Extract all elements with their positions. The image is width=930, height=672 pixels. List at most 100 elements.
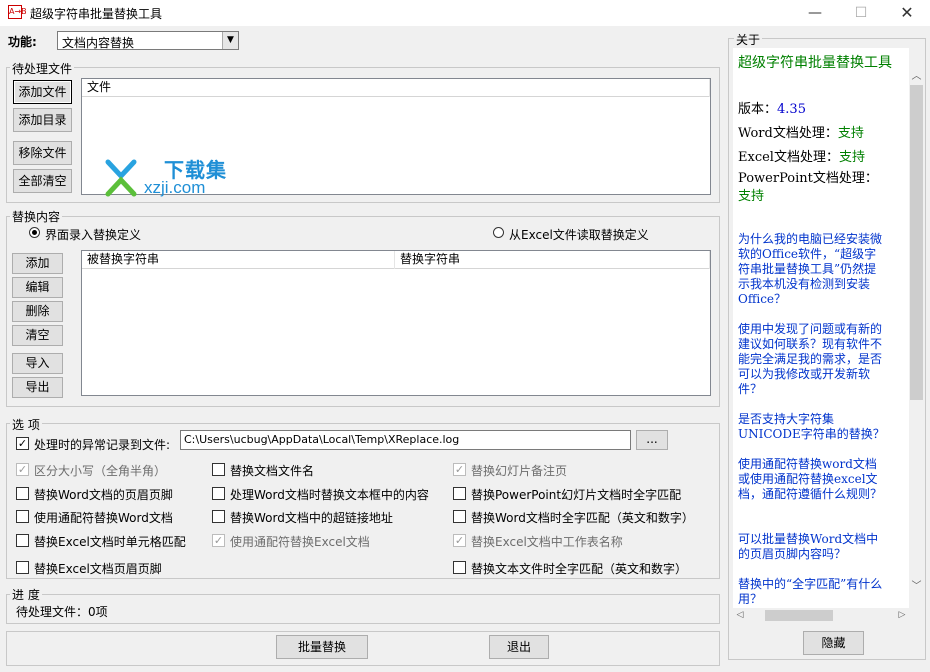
chevron-down-icon[interactable]: ▼ [222, 32, 238, 49]
batch-replace-button[interactable]: 批量替换 [276, 635, 368, 659]
option-label[interactable]: 替换Word文档中的超链接地址 [230, 509, 393, 526]
minimize-button[interactable]: — [792, 0, 838, 26]
clear-rules-button[interactable]: 清空 [12, 325, 63, 346]
faq-link-wildcard[interactable]: 使用通配符替换word文档或使用通配符替换excel文档，通配符遵循什么规则？ [738, 457, 888, 502]
radio-ui-label[interactable]: 界面录入替换定义 [45, 226, 141, 243]
to-column-header[interactable]: 替换字符串 [395, 251, 710, 269]
add-rule-button[interactable]: 添加 [12, 253, 63, 274]
log-path-value: C:\Users\ucbug\AppData\Local\Temp\XRepla… [184, 433, 460, 446]
hide-button[interactable]: 隐藏 [803, 631, 864, 655]
clear-all-button[interactable]: 全部清空 [13, 169, 72, 193]
option-checkbox[interactable] [16, 561, 29, 574]
log-path-field[interactable]: C:\Users\ucbug\AppData\Local\Temp\XRepla… [180, 430, 631, 450]
option-checkbox[interactable] [212, 487, 225, 500]
option-checkbox[interactable] [212, 510, 225, 523]
progress-group [6, 594, 720, 624]
about-vertical-scrollbar[interactable]: ︿ ﹀ [909, 67, 924, 594]
watermark-logo: 下载集 xzji.com [104, 152, 244, 202]
option-checkbox[interactable] [16, 534, 29, 547]
ppt-value: 支持 [738, 189, 765, 204]
options-group-title: 选 项 [10, 416, 42, 433]
file-column-header[interactable]: 文件 [82, 79, 710, 97]
faq-link-whole-word[interactable]: 替换中的“全字匹配”有什么用？ [738, 577, 888, 607]
option-label[interactable]: 替换幻灯片备注页 [471, 462, 567, 479]
remove-file-button[interactable]: 移除文件 [13, 141, 72, 165]
option-label[interactable]: 替换文本文件时全字匹配（英文和数字） [471, 560, 687, 577]
faq-link-header-footer[interactable]: 可以批量替换Word文档中的页眉页脚内容吗？ [738, 532, 888, 562]
radio-excel-input[interactable] [493, 227, 504, 238]
function-select[interactable]: 文档内容替换 ▼ [57, 31, 239, 50]
option-label[interactable]: 使用通配符替换Excel文档 [230, 533, 370, 550]
files-group-title: 待处理文件 [10, 60, 75, 77]
maximize-button[interactable]: ☐ [838, 0, 884, 26]
app-icon: A→B [8, 5, 27, 19]
add-file-button[interactable]: 添加文件 [13, 80, 72, 104]
version-value: 4.35 [777, 102, 806, 117]
progress-group-title: 进 度 [10, 586, 42, 603]
version-label: 版本： [738, 102, 778, 117]
option-checkbox[interactable] [16, 487, 29, 500]
about-ppt: PowerPoint文档处理： 支持 [738, 170, 906, 206]
about-excel: Excel文档处理：支持 [738, 146, 865, 165]
faq-link-contact[interactable]: 使用中发现了问题或有新的建议如何联系？现有软件不能完全满足我的需求，是否可以为我… [738, 322, 888, 397]
scroll-down-icon[interactable]: ﹀ [909, 577, 924, 593]
replace-group-title: 替换内容 [10, 208, 63, 225]
about-word: Word文档处理：支持 [738, 122, 864, 141]
add-directory-button[interactable]: 添加目录 [13, 108, 72, 132]
vertical-scroll-thumb[interactable] [910, 85, 923, 400]
option-checkbox[interactable]: ✓ [453, 534, 466, 547]
option-label[interactable]: 替换Word文档时全字匹配（英文和数字） [471, 509, 694, 526]
faq-link-office[interactable]: 为什么我的电脑已经安装微软的Office软件，“超级字符串批量替换工具”仍然提示… [738, 232, 888, 307]
function-selected-value: 文档内容替换 [62, 36, 135, 50]
about-group-title: 关于 [734, 31, 763, 48]
replace-rule-list[interactable]: 被替换字符串 替换字符串 [81, 250, 711, 396]
window-title: 超级字符串批量替换工具 [30, 7, 163, 21]
option-label[interactable]: 替换Excel文档时单元格匹配 [34, 533, 186, 550]
option-label[interactable]: 使用通配符替换Word文档 [34, 509, 173, 526]
excel-label: Excel文档处理： [738, 150, 839, 165]
scroll-up-icon[interactable]: ︿ [909, 67, 924, 83]
option-checkbox[interactable] [453, 487, 466, 500]
ppt-label: PowerPoint文档处理： [738, 171, 878, 186]
option-label[interactable]: 区分大小写（全角半角） [34, 462, 166, 479]
option-checkbox[interactable]: ✓ [453, 463, 466, 476]
import-button[interactable]: 导入 [12, 353, 63, 374]
option-checkbox[interactable] [453, 510, 466, 523]
browse-button[interactable]: ... [636, 430, 668, 450]
option-label[interactable]: 替换文档文件名 [230, 462, 314, 479]
delete-rule-button[interactable]: 删除 [12, 301, 63, 322]
option-checkbox[interactable]: ✓ [212, 534, 225, 547]
horizontal-scroll-thumb[interactable] [765, 610, 833, 621]
radio-ui-input[interactable] [29, 227, 40, 238]
about-horizontal-scrollbar[interactable]: ◁ ▷ [733, 608, 909, 623]
scroll-left-icon[interactable]: ◁ [733, 608, 747, 623]
export-button[interactable]: 导出 [12, 377, 63, 398]
option-checkbox[interactable] [453, 561, 466, 574]
option-checkbox[interactable]: ✓ [16, 463, 29, 476]
exit-button[interactable]: 退出 [489, 635, 549, 659]
from-column-header[interactable]: 被替换字符串 [82, 251, 395, 269]
option-checkbox[interactable] [212, 463, 225, 476]
radio-excel-label[interactable]: 从Excel文件读取替换定义 [509, 226, 649, 243]
progress-status: 待处理文件：0项 [16, 605, 108, 619]
option-label[interactable]: 处理Word文档时替换文本框中的内容 [230, 486, 429, 503]
watermark-domain: xzji.com [144, 178, 206, 197]
replace-list-header: 被替换字符串 替换字符串 [82, 251, 710, 269]
word-value: 支持 [837, 126, 864, 141]
edit-rule-button[interactable]: 编辑 [12, 277, 63, 298]
close-button[interactable]: ✕ [884, 0, 930, 26]
scroll-right-icon[interactable]: ▷ [895, 608, 909, 623]
about-content: 超级字符串批量替换工具 版本：4.35 Word文档处理：支持 Excel文档处… [733, 48, 909, 608]
log-checkbox[interactable]: ✓ [16, 437, 29, 450]
word-label: Word文档处理： [738, 126, 838, 141]
faq-link-unicode[interactable]: 是否支持大字符集UNICODE字符串的替换？ [738, 412, 888, 442]
option-label[interactable]: 替换Excel文档中工作表名称 [471, 533, 623, 550]
title-bar: A→B 超级字符串批量替换工具 — ☐ ✕ [0, 0, 930, 26]
download-arrow-icon [105, 159, 137, 197]
option-label[interactable]: 替换PowerPoint幻灯片文档时全字匹配 [471, 486, 681, 503]
option-label[interactable]: 替换Excel文档页眉页脚 [34, 560, 162, 577]
function-label: 功能: [8, 35, 37, 49]
option-checkbox[interactable] [16, 510, 29, 523]
file-list-header: 文件 [82, 79, 710, 97]
option-label[interactable]: 替换Word文档的页眉页脚 [34, 486, 173, 503]
